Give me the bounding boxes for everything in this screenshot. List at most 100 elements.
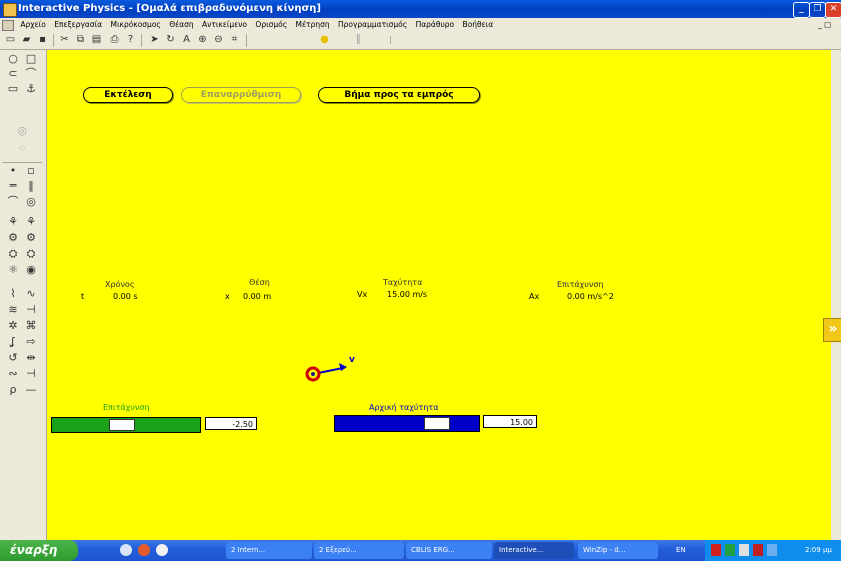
run-button[interactable]: Εκτέλεση	[83, 87, 173, 103]
accel-slider[interactable]	[51, 417, 201, 433]
menu-measure[interactable]: Μέτρηση	[296, 18, 330, 32]
anchor-tool-icon[interactable]: ⚓	[24, 82, 38, 96]
joint-d-tool-icon[interactable]: ⚙	[24, 231, 38, 245]
zoom-out-icon[interactable]: ⊖	[212, 33, 225, 46]
actuator-tool-icon[interactable]: ⇹	[24, 351, 38, 365]
minimize-button[interactable]: _	[793, 2, 810, 18]
point-tool-icon[interactable]: ◎	[15, 124, 29, 138]
print-icon[interactable]: ⎙	[108, 33, 121, 46]
damper-tool-icon[interactable]: ∿	[24, 287, 38, 301]
tray-security-icon[interactable]	[753, 544, 763, 556]
menu-file[interactable]: Αρχείο	[20, 18, 45, 32]
tray-connection-icon[interactable]	[767, 544, 777, 556]
mdi-controls[interactable]: _ ▢	[818, 18, 831, 32]
tray-speaker-icon[interactable]	[739, 544, 749, 556]
menu-world[interactable]: Μικρόκοσμος	[111, 18, 161, 32]
spring-damper-tool-icon[interactable]: ≋	[6, 303, 20, 317]
menu-define[interactable]: Ορισμός	[255, 18, 287, 32]
polygon-tool-icon[interactable]: ⊂	[6, 67, 20, 81]
meter-acceleration-value: 0.00 m/s^2	[567, 292, 614, 301]
joint-a-tool-icon[interactable]: ⚘	[6, 215, 20, 229]
taskbar-task[interactable]: WinZip - d...	[578, 542, 658, 559]
slot-vertical-tool-icon[interactable]: ‖	[24, 179, 38, 193]
taskbar-task[interactable]: 2 Εξερεύ...	[314, 542, 404, 559]
rod-tool-icon[interactable]: ⊣	[24, 303, 38, 317]
joint-f-tool-icon[interactable]: ⛭	[24, 247, 38, 261]
menu-edit[interactable]: Επεξεργασία	[54, 18, 102, 32]
text-icon[interactable]: A	[180, 33, 193, 46]
menu-object[interactable]: Αντικείμενο	[202, 18, 247, 32]
new-file-icon[interactable]: ▭	[4, 33, 17, 46]
square-point-tool-icon[interactable]: ⁘	[15, 142, 29, 156]
close-button[interactable]: ✕	[825, 2, 841, 18]
cut-icon[interactable]: ✂	[58, 33, 71, 46]
menu-script[interactable]: Προγραμματισμός	[338, 18, 407, 32]
line-tool-icon[interactable]: —	[24, 383, 38, 397]
accel-slider-thumb[interactable]	[109, 419, 135, 431]
square-joint-tool-icon[interactable]: ▫	[24, 164, 38, 178]
help-icon[interactable]: ?	[124, 33, 137, 46]
circle-tool-icon[interactable]: ○	[6, 52, 20, 66]
reset-button[interactable]: Επαναρρύθμιση	[181, 87, 301, 103]
arrow-select-icon[interactable]: ➤	[148, 33, 161, 46]
gear-tool-icon[interactable]: ✲	[6, 319, 20, 333]
spring-tool-icon[interactable]: ⌇	[6, 287, 20, 301]
velocity-value-field[interactable]: 15.00	[483, 415, 537, 428]
taskbar-task-active[interactable]: Interactive...	[494, 542, 574, 559]
taskbar-task[interactable]: CBLIS ERG...	[406, 542, 492, 559]
open-folder-icon[interactable]: ▰	[20, 33, 33, 46]
menu-view[interactable]: Θέαση	[169, 18, 193, 32]
joint-c-tool-icon[interactable]: ⚙	[6, 231, 20, 245]
taskbar-task[interactable]: 2 Intern...	[226, 542, 312, 559]
expand-panel-icon[interactable]: »	[823, 318, 841, 342]
rope-tool-icon[interactable]: ʆ	[6, 335, 20, 349]
pointer-tool-icon[interactable]: ρ	[6, 383, 20, 397]
velocity-arrowhead	[339, 363, 347, 371]
zoom-in-icon[interactable]: ⊕	[196, 33, 209, 46]
motor-tool-icon[interactable]: ∾	[6, 367, 20, 381]
language-indicator[interactable]: EN	[676, 540, 686, 561]
quicklaunch-media-icon[interactable]	[138, 544, 150, 556]
joint-g-tool-icon[interactable]: ⚛	[6, 263, 20, 277]
meter-acceleration-title: Επιτάχυνση	[557, 280, 604, 289]
quicklaunch-desktop-icon[interactable]	[120, 544, 132, 556]
vertical-scrollbar[interactable]	[831, 50, 841, 540]
start-button[interactable]: έναρξη	[0, 540, 78, 561]
box-tool-icon[interactable]: ▭	[6, 82, 20, 96]
rotate-icon[interactable]: ↻	[164, 33, 177, 46]
menu-window[interactable]: Παράθυρο	[416, 18, 455, 32]
rewind-icon[interactable]: |◁◁	[384, 33, 397, 57]
workspace[interactable]: Εκτέλεση Επαναρρύθμιση Βήμα προς τα εμπρ…	[47, 50, 831, 540]
zoom-fit-icon[interactable]: ⌗	[228, 33, 241, 46]
tray-network-icon[interactable]	[725, 544, 735, 556]
run-icon[interactable]: ●	[318, 33, 331, 46]
velocity-slider-thumb[interactable]	[424, 417, 450, 430]
quicklaunch-browser-icon[interactable]	[156, 544, 168, 556]
curved-slot-tool-icon[interactable]: ⌒	[6, 195, 20, 209]
joint-e-tool-icon[interactable]: ⛭	[6, 247, 20, 261]
slot-horizontal-tool-icon[interactable]: ═	[6, 179, 20, 193]
ball-with-velocity-vector[interactable]: v	[297, 352, 367, 384]
tray-alert-icon[interactable]	[711, 544, 721, 556]
pause-icon[interactable]: ∥	[352, 33, 365, 46]
save-icon[interactable]: ▪	[36, 33, 49, 46]
separator-tool-icon[interactable]: ⊣	[24, 367, 38, 381]
maximize-button[interactable]: ❐	[809, 2, 826, 18]
rectangle-tool-icon[interactable]: □	[24, 52, 38, 66]
step-forward-button[interactable]: Βήμα προς τα εμπρός	[318, 87, 480, 103]
joint-b-tool-icon[interactable]: ⚘	[24, 215, 38, 229]
paste-icon[interactable]: ▤	[90, 33, 103, 46]
copy-icon[interactable]: ⧉	[74, 33, 87, 46]
curved-body-tool-icon[interactable]: ⌒	[24, 67, 38, 81]
menu-help[interactable]: Βοήθεια	[463, 18, 494, 32]
velocity-slider[interactable]	[334, 415, 480, 432]
ring-tool-icon[interactable]: ◎	[24, 195, 38, 209]
joint-h-tool-icon[interactable]: ◉	[24, 263, 38, 277]
accel-value-field[interactable]: -2.50	[205, 417, 257, 430]
torque-tool-icon[interactable]: ↺	[6, 351, 20, 365]
pin-joint-tool-icon[interactable]: •	[6, 164, 20, 178]
force-tool-icon[interactable]: ⇨	[24, 335, 38, 349]
document-icon[interactable]	[2, 19, 14, 31]
system-tray: 2:09 μμ	[705, 540, 841, 561]
pulley-tool-icon[interactable]: ⌘	[24, 319, 38, 333]
